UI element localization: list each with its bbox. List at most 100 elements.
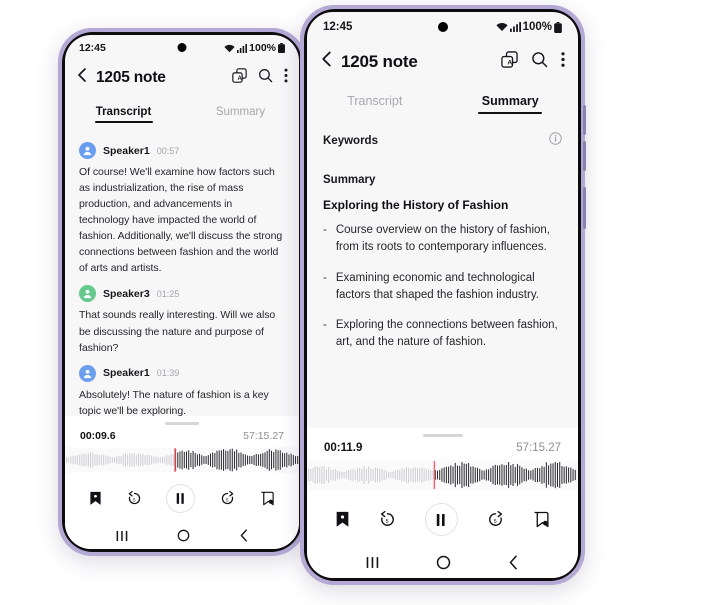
pause-button[interactable]	[166, 484, 196, 513]
speaker-row: Speaker1 01:39	[79, 364, 285, 382]
summary-panel[interactable]: Keywords Summary Exploring the History o…	[307, 116, 578, 428]
speaker-name: Speaker3	[103, 287, 150, 300]
forward-5-button[interactable]: 5	[220, 491, 235, 506]
bookmark-button[interactable]	[335, 511, 350, 528]
app-bar: 1205 note A	[65, 61, 299, 96]
home-icon	[177, 529, 189, 542]
svg-text:A: A	[238, 75, 243, 81]
svg-text:5: 5	[386, 519, 389, 525]
total-time: 57:15.27	[243, 430, 284, 442]
phone-screen: 12:45 100% 1205 note A Transcript Summar…	[307, 12, 578, 578]
tab-summary[interactable]: Summary	[182, 100, 299, 125]
back-chevron-icon[interactable]	[76, 67, 88, 88]
android-nav-bar	[307, 547, 578, 578]
list-item: - Exploring the connections between fash…	[323, 317, 562, 352]
bullet-text: Course overview on the history of fashio…	[335, 224, 550, 254]
recents-button[interactable]	[366, 556, 379, 569]
battery-percent: 100%	[249, 42, 276, 54]
home-icon	[436, 555, 451, 570]
add-note-button[interactable]	[533, 511, 550, 528]
current-time: 00:11.9	[324, 442, 363, 454]
bullet-text: Exploring the connections between fashio…	[335, 319, 558, 349]
forward-5-button[interactable]: 5	[487, 511, 504, 528]
bookmark-button[interactable]	[89, 491, 102, 506]
tab-bar: Transcript Summary	[65, 96, 299, 125]
transcript-entry: Speaker1 00:57 Of course! We'll examine …	[79, 142, 285, 276]
tab-transcript[interactable]: Transcript	[307, 87, 443, 116]
speaker-name: Speaker1	[103, 367, 150, 380]
wifi-icon	[224, 44, 235, 52]
status-bar: 12:45 100%	[307, 12, 578, 42]
speaker-row: Speaker3 01:25	[79, 285, 285, 303]
phone-left: 12:45 100% 1205 note A Transcript Summar…	[58, 28, 307, 556]
search-icon[interactable]	[531, 51, 548, 73]
waveform-scrubber[interactable]	[307, 460, 578, 490]
more-vertical-icon[interactable]	[561, 51, 565, 73]
back-chevron-icon[interactable]	[320, 50, 333, 73]
recents-icon	[116, 530, 127, 541]
more-vertical-icon[interactable]	[284, 68, 288, 88]
add-note-button[interactable]	[260, 491, 275, 506]
recents-icon	[366, 557, 378, 568]
pause-icon	[177, 493, 185, 504]
audio-player: 00:11.9 57:15.27 5 5	[307, 428, 578, 547]
tab-transcript[interactable]: Transcript	[65, 100, 182, 125]
info-circle-icon[interactable]	[549, 132, 562, 150]
tab-summary[interactable]: Summary	[443, 87, 579, 116]
rewind-5-button[interactable]: 5	[379, 511, 396, 528]
app-bar-actions: A	[232, 67, 288, 88]
transcript-text: Of course! We'll examine how factors suc…	[79, 166, 283, 275]
total-time: 57:15.27	[516, 442, 561, 454]
drag-handle[interactable]	[165, 422, 199, 425]
side-button-volume-up[interactable]	[583, 105, 586, 135]
signal-icon	[237, 43, 248, 53]
translate-icon[interactable]: A	[501, 50, 518, 73]
current-time: 00:09.6	[80, 430, 116, 442]
player-times: 00:11.9 57:15.27	[307, 442, 578, 460]
status-time: 12:45	[323, 21, 353, 33]
battery-icon	[554, 21, 562, 33]
search-icon[interactable]	[258, 68, 273, 88]
recents-button[interactable]	[116, 530, 128, 542]
keywords-section: Keywords	[323, 132, 562, 150]
speaker-timestamp: 01:39	[156, 368, 180, 379]
summary-label: Summary	[323, 174, 376, 186]
svg-text:5: 5	[493, 519, 496, 525]
back-icon	[240, 529, 247, 542]
audio-player: 00:09.6 57:15.27 5 5	[65, 416, 299, 522]
back-button[interactable]	[239, 529, 249, 542]
transcript-text: Absolutely! The nature of fashion is a k…	[79, 388, 269, 416]
rewind-5-button[interactable]: 5	[127, 491, 142, 506]
translate-icon[interactable]: A	[232, 67, 247, 88]
app-bar: 1205 note A	[307, 42, 578, 83]
front-camera	[177, 43, 187, 52]
transcript-entry: Speaker1 01:39 Absolutely! The nature of…	[79, 364, 285, 416]
summary-heading: Exploring the History of Fashion	[323, 198, 509, 212]
home-button[interactable]	[436, 555, 451, 570]
side-button-power[interactable]	[583, 187, 586, 229]
phone-screen: 12:45 100% 1205 note A Transcript Summar…	[65, 35, 299, 549]
app-bar-actions: A	[501, 50, 565, 73]
status-time: 12:45	[79, 42, 106, 54]
avatar	[79, 142, 96, 159]
speaker-timestamp: 01:25	[156, 288, 180, 299]
pause-button[interactable]	[424, 503, 458, 536]
summary-bullets: - Course overview on the history of fash…	[323, 222, 562, 352]
drag-handle[interactable]	[422, 434, 463, 437]
speaker-row: Speaker1 00:57	[79, 142, 285, 159]
back-icon	[510, 555, 518, 570]
waveform-scrubber[interactable]	[65, 447, 299, 473]
bullet-marker: -	[323, 271, 327, 284]
transcript-list[interactable]: Speaker1 00:57 Of course! We'll examine …	[65, 125, 299, 416]
list-item: - Examining economic and technological f…	[323, 270, 562, 305]
bullet-marker: -	[323, 224, 327, 236]
back-button[interactable]	[508, 555, 519, 570]
comparison-screenshot: 12:45 100% 1205 note A Transcript Summar…	[0, 0, 720, 605]
svg-text:5: 5	[133, 498, 136, 504]
svg-text:A: A	[507, 59, 512, 66]
page-title: 1205 note	[341, 51, 418, 71]
svg-text:5: 5	[226, 498, 229, 504]
home-button[interactable]	[177, 529, 190, 542]
speaker-name: Speaker1	[103, 144, 150, 157]
side-button-volume-down[interactable]	[583, 141, 586, 171]
